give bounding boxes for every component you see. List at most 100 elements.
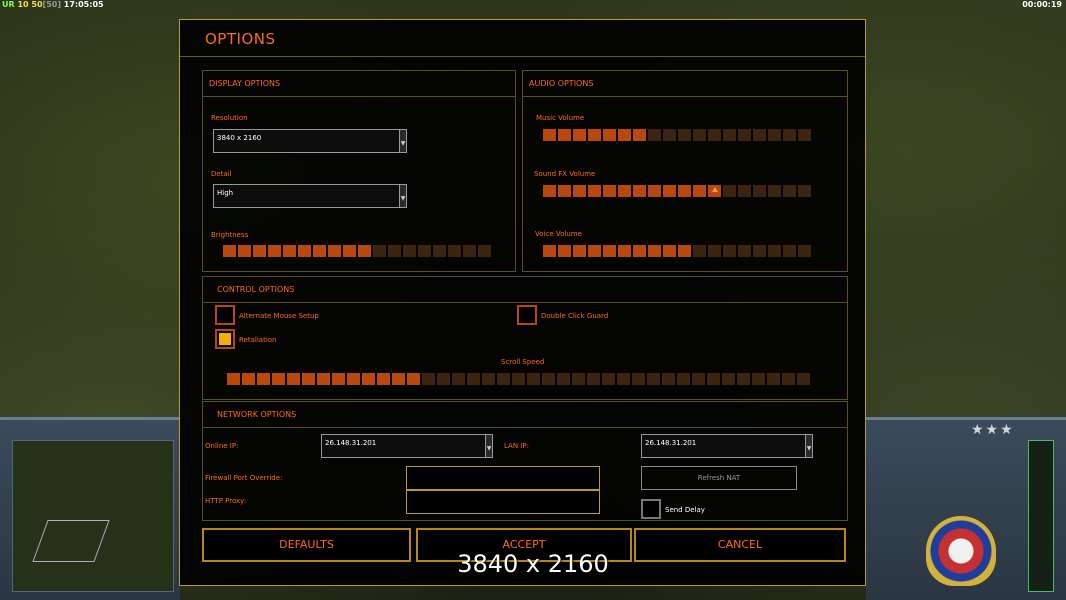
sound-fx-volume-slider[interactable] [543,185,811,197]
slider-segment[interactable] [543,245,556,257]
slider-segment[interactable] [227,373,240,385]
retaliation-checkbox[interactable] [215,329,235,349]
slider-segment[interactable] [588,185,601,197]
slider-segment[interactable] [662,373,675,385]
slider-segment[interactable] [692,373,705,385]
slider-segment[interactable] [708,185,721,197]
slider-segment[interactable] [633,129,646,141]
slider-segment[interactable] [573,185,586,197]
slider-segment[interactable] [753,129,766,141]
slider-segment[interactable] [738,245,751,257]
slider-segment[interactable] [557,373,570,385]
slider-segment[interactable] [648,129,661,141]
slider-segment[interactable] [388,245,401,257]
slider-segment[interactable] [478,245,491,257]
slider-segment[interactable] [463,245,476,257]
refresh-nat-button[interactable]: Refresh NAT [641,466,797,490]
chevron-down-icon[interactable]: ▼ [399,130,406,152]
slider-segment[interactable] [782,373,795,385]
slider-segment[interactable] [223,245,236,257]
http-proxy-input[interactable] [406,490,600,514]
slider-segment[interactable] [433,245,446,257]
slider-segment[interactable] [618,185,631,197]
slider-segment[interactable] [407,373,420,385]
slider-segment[interactable] [287,373,300,385]
slider-segment[interactable] [253,245,266,257]
slider-segment[interactable] [452,373,465,385]
slider-segment[interactable] [708,245,721,257]
slider-segment[interactable] [798,129,811,141]
slider-segment[interactable] [678,245,691,257]
slider-segment[interactable] [377,373,390,385]
slider-segment[interactable] [467,373,480,385]
send-delay-checkbox[interactable] [641,499,661,519]
slider-segment[interactable] [558,129,571,141]
slider-segment[interactable] [242,373,255,385]
slider-segment[interactable] [618,129,631,141]
slider-segment[interactable] [497,373,510,385]
slider-segment[interactable] [603,129,616,141]
slider-segment[interactable] [512,373,525,385]
slider-segment[interactable] [448,245,461,257]
slider-segment[interactable] [798,245,811,257]
slider-segment[interactable] [783,185,796,197]
slider-segment[interactable] [257,373,270,385]
slider-segment[interactable] [648,185,661,197]
slider-segment[interactable] [482,373,495,385]
slider-segment[interactable] [558,185,571,197]
slider-segment[interactable] [678,185,691,197]
slider-segment[interactable] [738,129,751,141]
slider-segment[interactable] [723,129,736,141]
slider-segment[interactable] [752,373,765,385]
slider-segment[interactable] [527,373,540,385]
slider-segment[interactable] [298,245,311,257]
slider-segment[interactable] [272,373,285,385]
slider-segment[interactable] [768,245,781,257]
slider-segment[interactable] [693,129,706,141]
slider-segment[interactable] [722,373,735,385]
chevron-down-icon[interactable]: ▼ [805,435,812,457]
slider-segment[interactable] [358,245,371,257]
slider-segment[interactable] [573,129,586,141]
slider-segment[interactable] [588,129,601,141]
slider-segment[interactable] [332,373,345,385]
slider-segment[interactable] [768,185,781,197]
slider-segment[interactable] [737,373,750,385]
slider-segment[interactable] [603,245,616,257]
slider-segment[interactable] [283,245,296,257]
slider-segment[interactable] [633,245,646,257]
detail-dropdown[interactable]: High ▼ [213,184,407,208]
lan-ip-dropdown[interactable]: 26.148.31.201 ▼ [641,434,813,458]
slider-segment[interactable] [798,185,811,197]
slider-segment[interactable] [437,373,450,385]
slider-segment[interactable] [328,245,341,257]
slider-segment[interactable] [783,129,796,141]
slider-segment[interactable] [707,373,720,385]
chevron-down-icon[interactable]: ▼ [485,435,492,457]
slider-segment[interactable] [797,373,810,385]
music-volume-slider[interactable] [543,129,811,141]
slider-segment[interactable] [373,245,386,257]
slider-segment[interactable] [317,373,330,385]
slider-segment[interactable] [418,245,431,257]
slider-segment[interactable] [708,129,721,141]
slider-segment[interactable] [422,373,435,385]
slider-segment[interactable] [392,373,405,385]
slider-segment[interactable] [753,245,766,257]
slider-segment[interactable] [617,373,630,385]
slider-segment[interactable] [677,373,690,385]
slider-segment[interactable] [693,185,706,197]
slider-segment[interactable] [343,245,356,257]
slider-segment[interactable] [347,373,360,385]
slider-segment[interactable] [723,185,736,197]
slider-segment[interactable] [768,129,781,141]
slider-segment[interactable] [753,185,766,197]
double-click-guard-checkbox[interactable] [517,305,537,325]
chevron-down-icon[interactable]: ▼ [399,185,406,207]
online-ip-dropdown[interactable]: 26.148.31.201 ▼ [321,434,493,458]
slider-segment[interactable] [238,245,251,257]
slider-segment[interactable] [767,373,780,385]
slider-segment[interactable] [573,245,586,257]
firewall-port-input[interactable] [406,466,600,490]
slider-segment[interactable] [313,245,326,257]
